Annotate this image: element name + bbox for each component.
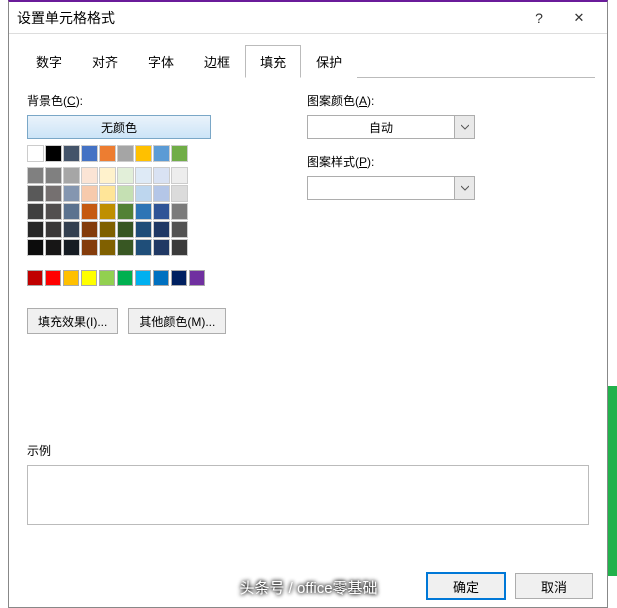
- standard-color-swatch[interactable]: [153, 270, 169, 286]
- color-swatch[interactable]: [135, 239, 152, 256]
- tab-strip: 数字对齐字体边框填充保护: [21, 44, 595, 78]
- color-swatch[interactable]: [171, 185, 188, 202]
- sample-label: 示例: [27, 442, 589, 459]
- color-swatch[interactable]: [63, 185, 80, 202]
- right-column: 图案颜色(A): 自动 图案样式(P):: [307, 92, 589, 334]
- color-swatch[interactable]: [117, 221, 134, 238]
- cancel-button[interactable]: 取消: [515, 573, 593, 599]
- titlebar: 设置单元格格式 ? ✕: [9, 2, 607, 34]
- standard-color-swatch[interactable]: [99, 270, 115, 286]
- standard-color-swatch[interactable]: [189, 270, 205, 286]
- theme-color-grid: [27, 145, 247, 256]
- background-decoration: [607, 386, 617, 576]
- color-swatch[interactable]: [171, 239, 188, 256]
- color-swatch[interactable]: [45, 221, 62, 238]
- tab-4[interactable]: 填充: [245, 45, 301, 78]
- color-swatch[interactable]: [135, 145, 152, 162]
- color-swatch[interactable]: [171, 167, 188, 184]
- color-swatch[interactable]: [117, 167, 134, 184]
- chevron-down-icon: [454, 177, 474, 199]
- sample-preview: [27, 465, 589, 525]
- color-swatch[interactable]: [81, 185, 98, 202]
- pattern-color-combo[interactable]: 自动: [307, 115, 475, 139]
- color-swatch[interactable]: [63, 221, 80, 238]
- tab-3[interactable]: 边框: [189, 45, 245, 78]
- color-swatch[interactable]: [117, 239, 134, 256]
- color-swatch[interactable]: [153, 167, 170, 184]
- color-swatch[interactable]: [81, 145, 98, 162]
- color-swatch[interactable]: [45, 185, 62, 202]
- color-swatch[interactable]: [27, 203, 44, 220]
- tab-0[interactable]: 数字: [21, 45, 77, 78]
- color-swatch[interactable]: [135, 221, 152, 238]
- other-colors-button[interactable]: 其他颜色(M)...: [128, 308, 226, 334]
- color-swatch[interactable]: [153, 221, 170, 238]
- color-swatch[interactable]: [45, 239, 62, 256]
- color-swatch[interactable]: [135, 167, 152, 184]
- fill-effects-button[interactable]: 填充效果(I)...: [27, 308, 118, 334]
- tab-5[interactable]: 保护: [301, 45, 357, 78]
- color-swatch[interactable]: [27, 145, 44, 162]
- color-swatch[interactable]: [81, 167, 98, 184]
- standard-color-swatch[interactable]: [81, 270, 97, 286]
- color-swatch[interactable]: [99, 239, 116, 256]
- color-swatch[interactable]: [117, 203, 134, 220]
- tab-2[interactable]: 字体: [133, 45, 189, 78]
- color-swatch[interactable]: [135, 185, 152, 202]
- color-swatch[interactable]: [63, 203, 80, 220]
- color-swatch[interactable]: [99, 185, 116, 202]
- format-cells-dialog: 设置单元格格式 ? ✕ 数字对齐字体边框填充保护 背景色(C): 无颜色 填充效…: [8, 0, 608, 608]
- color-swatch[interactable]: [45, 145, 62, 162]
- help-button[interactable]: ?: [519, 4, 559, 32]
- color-swatch[interactable]: [135, 203, 152, 220]
- color-swatch[interactable]: [153, 145, 170, 162]
- color-swatch[interactable]: [27, 239, 44, 256]
- color-swatch[interactable]: [45, 167, 62, 184]
- left-column: 背景色(C): 无颜色 填充效果(I)... 其他颜色(M)...: [27, 92, 247, 334]
- dialog-footer: 确定 取消: [427, 573, 593, 599]
- color-swatch[interactable]: [63, 145, 80, 162]
- tab-1[interactable]: 对齐: [77, 45, 133, 78]
- color-swatch[interactable]: [171, 145, 188, 162]
- ok-button[interactable]: 确定: [427, 573, 505, 599]
- color-swatch[interactable]: [99, 203, 116, 220]
- color-swatch[interactable]: [63, 167, 80, 184]
- color-swatch[interactable]: [81, 203, 98, 220]
- color-swatch[interactable]: [153, 185, 170, 202]
- pattern-style-combo[interactable]: [307, 176, 475, 200]
- pattern-color-label: 图案颜色(A):: [307, 92, 589, 109]
- color-swatch[interactable]: [81, 221, 98, 238]
- color-swatch[interactable]: [45, 203, 62, 220]
- color-swatch[interactable]: [99, 145, 116, 162]
- sample-section: 示例: [27, 442, 589, 525]
- standard-color-swatch[interactable]: [63, 270, 79, 286]
- color-swatch[interactable]: [153, 203, 170, 220]
- tab-content-fill: 背景色(C): 无颜色 填充效果(I)... 其他颜色(M)... 图案颜色(A…: [9, 78, 607, 348]
- color-swatch[interactable]: [27, 221, 44, 238]
- color-swatch[interactable]: [99, 167, 116, 184]
- standard-color-swatch[interactable]: [117, 270, 133, 286]
- dialog-title: 设置单元格格式: [17, 8, 115, 28]
- color-swatch[interactable]: [117, 185, 134, 202]
- color-swatch[interactable]: [117, 145, 134, 162]
- standard-color-swatch[interactable]: [171, 270, 187, 286]
- close-button[interactable]: ✕: [559, 4, 599, 32]
- color-swatch[interactable]: [153, 239, 170, 256]
- color-swatch[interactable]: [27, 167, 44, 184]
- bg-color-label: 背景色(C):: [27, 92, 247, 109]
- standard-color-swatch[interactable]: [45, 270, 61, 286]
- standard-color-swatch[interactable]: [27, 270, 43, 286]
- pattern-style-label: 图案样式(P):: [307, 153, 589, 170]
- pattern-color-value: 自动: [308, 119, 454, 136]
- color-swatch[interactable]: [81, 239, 98, 256]
- chevron-down-icon: [454, 116, 474, 138]
- no-color-button[interactable]: 无颜色: [27, 115, 211, 139]
- standard-color-swatch[interactable]: [135, 270, 151, 286]
- standard-color-row: [27, 270, 247, 286]
- color-swatch[interactable]: [27, 185, 44, 202]
- color-swatch[interactable]: [171, 203, 188, 220]
- color-swatch[interactable]: [171, 221, 188, 238]
- color-swatch[interactable]: [63, 239, 80, 256]
- color-swatch[interactable]: [99, 221, 116, 238]
